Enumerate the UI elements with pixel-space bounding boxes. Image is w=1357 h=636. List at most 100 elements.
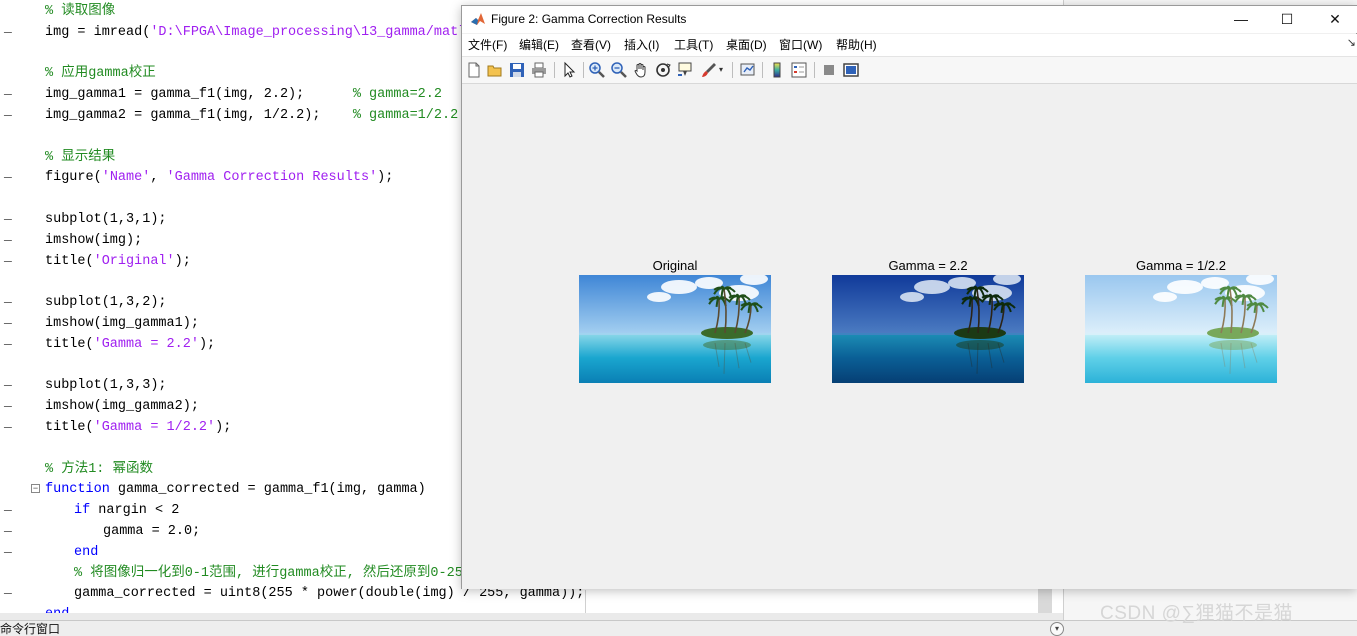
code-token: 'Name'	[101, 170, 151, 186]
island-reflection	[1209, 340, 1257, 350]
menu-view[interactable]: 查看(V)	[571, 37, 611, 53]
code-token: gamma = 2.0;	[103, 524, 201, 539]
executable-line-marker[interactable]: —	[4, 583, 14, 604]
executable-line-marker[interactable]: —	[4, 542, 14, 563]
editor-vertical-scrollbar[interactable]	[1038, 586, 1052, 613]
subplot-1-image[interactable]	[579, 275, 771, 383]
cloud	[914, 280, 950, 294]
code-token: 'Gamma = 1/2.2'	[93, 420, 216, 435]
toolbar-separator	[583, 62, 584, 78]
maximize-button[interactable]: ☐	[1264, 6, 1310, 33]
executable-line-marker[interactable]: —	[4, 375, 14, 396]
code-text: imshow(img);	[45, 230, 142, 251]
menu-tools[interactable]: 工具(T)	[674, 37, 713, 53]
command-window-collapse-icon[interactable]: ▾	[1050, 622, 1064, 636]
code-text: % 将图像归一化到0-1范围, 进行gamma校正, 然后还原到0-255范	[74, 563, 484, 584]
executable-line-marker[interactable]: —	[4, 292, 14, 313]
brush-dropdown-icon[interactable]: ▾	[719, 61, 727, 79]
rotate-3d-icon[interactable]	[654, 61, 672, 79]
figure-window[interactable]: Figure 2: Gamma Correction Results — ☐ ✕…	[461, 5, 1357, 589]
legend-icon[interactable]	[790, 61, 808, 79]
subplot-1-title: Original	[652, 258, 698, 273]
code-token: % 方法1: 幂函数	[45, 461, 154, 477]
pointer-icon[interactable]	[560, 61, 578, 79]
toolbar-separator	[814, 62, 815, 78]
executable-line-marker[interactable]: —	[4, 500, 14, 521]
code-token: % 显示结果	[45, 149, 116, 165]
code-token: 'Original'	[93, 253, 175, 269]
code-text: if nargin < 2	[74, 500, 179, 521]
executable-line-marker[interactable]: —	[4, 396, 14, 417]
menu-help[interactable]: 帮助(H)	[836, 37, 877, 53]
command-window-title: 命令行窗口	[0, 622, 61, 636]
island-reflection	[956, 340, 1004, 350]
editor-horizontal-scrollbar[interactable]	[0, 613, 1063, 620]
code-fold-icon[interactable]: −	[31, 484, 40, 494]
minimize-button[interactable]: —	[1218, 6, 1264, 33]
code-token: ,	[150, 170, 167, 186]
zoom-out-icon[interactable]	[610, 61, 628, 79]
code-token: subplot(1,3,3);	[45, 378, 167, 394]
subplot-2-image[interactable]	[832, 275, 1024, 383]
menu-window[interactable]: 窗口(W)	[779, 37, 822, 53]
figure-toolbar: ▾	[462, 57, 1357, 84]
executable-line-marker[interactable]: —	[4, 417, 14, 438]
plot-area[interactable]: Original Gamma = 2.2 Gamma = 1/2.2	[462, 84, 1357, 589]
executable-line-marker[interactable]: —	[4, 84, 14, 105]
code-token: % 读取图像	[45, 4, 116, 19]
sea	[579, 333, 771, 383]
subplot-2-title: Gamma = 2.2	[888, 258, 968, 273]
menu-desktop[interactable]: 桌面(D)	[726, 37, 767, 53]
toolbar-separator	[732, 62, 733, 78]
code-text: subplot(1,3,1);	[45, 209, 167, 230]
open-file-icon[interactable]	[486, 61, 504, 79]
cloud	[900, 292, 924, 302]
subplot-3-image[interactable]	[1085, 275, 1277, 383]
executable-line-marker[interactable]: —	[4, 230, 14, 251]
code-text: subplot(1,3,2);	[45, 292, 167, 313]
save-icon[interactable]	[508, 61, 526, 79]
executable-line-marker[interactable]: —	[4, 313, 14, 334]
colorbar-icon[interactable]	[768, 61, 786, 79]
code-text: end	[74, 542, 98, 563]
maximize-icon: ☐	[1280, 11, 1294, 27]
executable-line-marker[interactable]: —	[4, 251, 14, 272]
menu-edit[interactable]: 编辑(E)	[519, 37, 559, 53]
show-plot-tools-icon[interactable]	[842, 61, 860, 79]
new-figure-icon[interactable]	[465, 61, 483, 79]
sea	[832, 333, 1024, 383]
code-token: imshow(img_gamma2);	[45, 399, 199, 415]
executable-line-marker[interactable]: —	[4, 105, 14, 126]
executable-line-marker[interactable]: —	[4, 22, 14, 43]
matlab-logo-icon	[471, 13, 485, 25]
executable-line-marker[interactable]: —	[4, 167, 14, 188]
pan-hand-icon[interactable]	[632, 61, 650, 79]
zoom-in-icon[interactable]	[588, 61, 606, 79]
code-token: subplot(1,3,1);	[45, 212, 167, 227]
code-text: subplot(1,3,3);	[45, 375, 167, 396]
code-text: imshow(img_gamma1);	[45, 313, 199, 334]
code-token: img = imread(	[45, 24, 151, 40]
data-cursor-icon[interactable]	[676, 61, 694, 79]
code-text: title('Gamma = 2.2');	[45, 334, 215, 355]
code-text: img_gamma2 = gamma_f1(img, 1/2.2); % gam…	[45, 105, 458, 126]
executable-line-marker[interactable]: —	[4, 521, 14, 542]
code-token: figure(	[45, 170, 102, 186]
hide-plot-tools-icon[interactable]	[820, 61, 838, 79]
code-token: imshow(img);	[45, 232, 143, 248]
figure-titlebar[interactable]: Figure 2: Gamma Correction Results — ☐ ✕	[462, 6, 1357, 33]
code-token: title(	[45, 420, 94, 435]
code-token: end	[74, 544, 99, 560]
code-text: img_gamma1 = gamma_f1(img, 2.2); % gamma…	[45, 84, 442, 105]
menu-overflow-icon[interactable]: ↘	[1347, 36, 1356, 49]
code-token: );	[215, 420, 232, 435]
menu-insert[interactable]: 插入(I)	[624, 37, 659, 53]
executable-line-marker[interactable]: —	[4, 334, 14, 355]
code-token: );	[174, 253, 191, 269]
link-plot-icon[interactable]	[739, 61, 757, 79]
executable-line-marker[interactable]: —	[4, 209, 14, 230]
close-button[interactable]: ✕	[1312, 6, 1357, 33]
brush-icon[interactable]	[700, 61, 718, 79]
print-icon[interactable]	[530, 61, 548, 79]
menu-file[interactable]: 文件(F)	[468, 37, 507, 53]
